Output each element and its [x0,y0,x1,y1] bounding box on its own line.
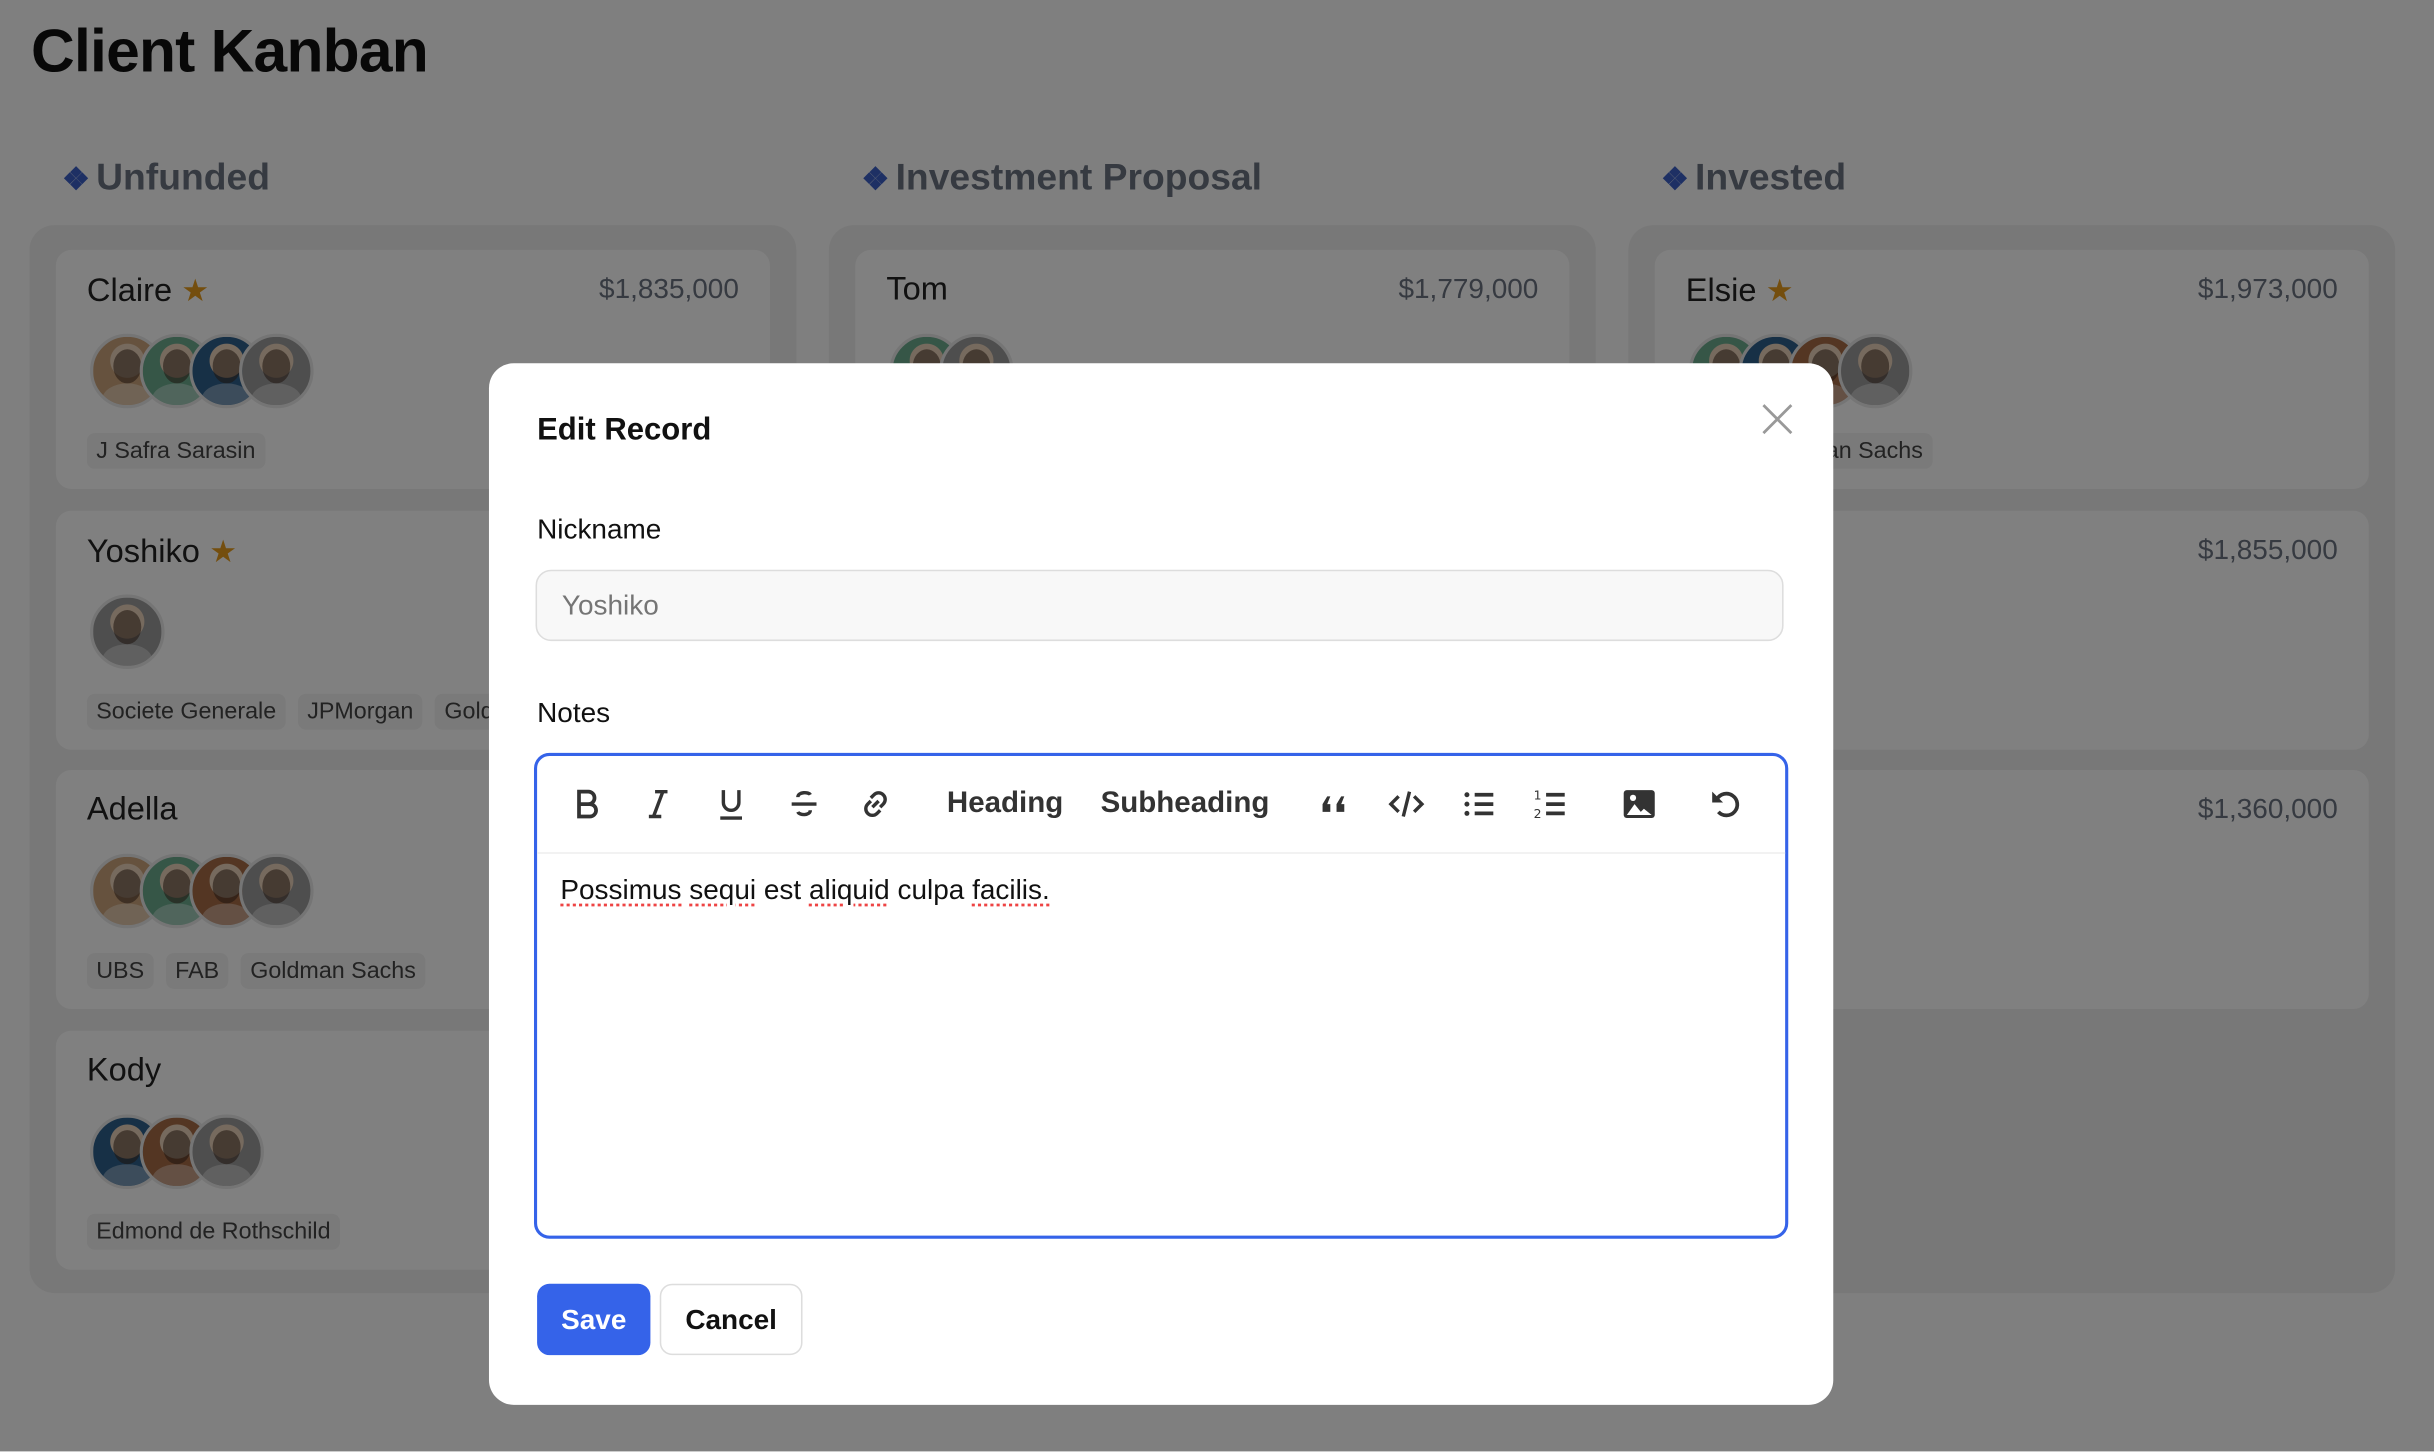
undo-icon[interactable] [1708,782,1745,825]
nickname-label: Nickname [537,513,662,545]
link-icon[interactable] [857,782,894,825]
notes-content[interactable]: Possimus sequi est aliquid culpa facilis… [560,874,1049,907]
bullet-list-icon[interactable] [1461,782,1498,825]
subheading-button[interactable]: Subheading [1101,782,1270,825]
notes-editor[interactable]: Heading Subheading 12 Possimus sequi est… [533,752,1789,1239]
notes-word: Possimus [560,873,682,905]
nickname-input[interactable] [535,569,1784,642]
notes-word: sequi [689,873,757,905]
underline-icon[interactable] [713,782,750,825]
close-icon[interactable] [1759,400,1796,437]
svg-text:2: 2 [1534,806,1542,821]
italic-icon[interactable] [640,782,677,825]
bold-icon[interactable] [568,782,605,825]
image-icon[interactable] [1621,782,1658,825]
heading-button[interactable]: Heading [947,782,1063,825]
kanban-page: Client Kanban ❖ Unfunded Claire ★ $1,835,000… [0,0,2434,1452]
notes-word: facilis. [972,873,1050,905]
numbered-list-icon[interactable]: 12 [1532,782,1569,825]
code-icon[interactable] [1388,782,1425,825]
cancel-button[interactable]: Cancel [659,1283,803,1356]
save-button[interactable]: Save [537,1283,651,1356]
notes-word: est [763,873,802,905]
modal-title: Edit Record [537,412,712,448]
svg-text:1: 1 [1534,787,1542,802]
quote-icon[interactable] [1316,782,1353,825]
notes-word: aliquid [808,873,890,905]
edit-record-modal: Edit Record Nickname Notes Heading Subhe… [488,363,1834,1405]
notes-label: Notes [537,696,611,729]
notes-word: culpa [897,873,965,905]
strikethrough-icon[interactable] [785,782,822,825]
editor-toolbar: Heading Subheading 12 [537,756,1786,854]
